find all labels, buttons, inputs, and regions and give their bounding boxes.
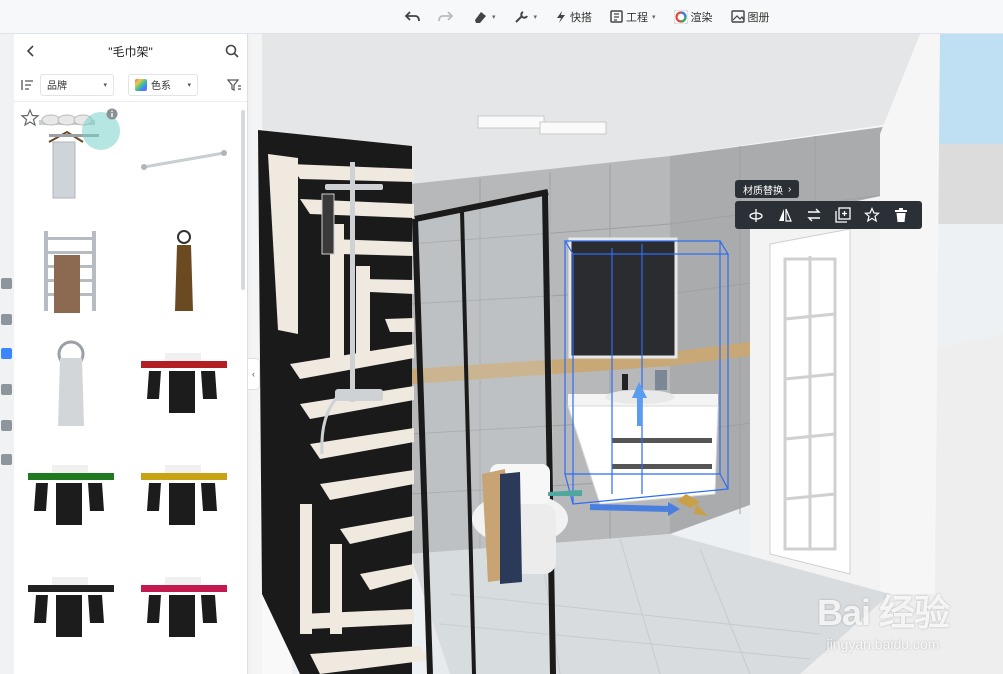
brand-select[interactable]: 品牌 ▾ — [40, 73, 114, 96]
swap-button[interactable] — [803, 204, 825, 226]
towel-rack-black-thumbnail — [27, 577, 114, 637]
album-icon — [730, 10, 745, 23]
rail-item-icon[interactable] — [1, 454, 12, 465]
add-copy-icon — [835, 207, 851, 223]
product-card[interactable] — [14, 440, 127, 552]
project-button[interactable]: 工程 ▾ — [604, 4, 662, 30]
rail-item-active-icon[interactable] — [1, 348, 12, 359]
product-card[interactable] — [127, 440, 240, 552]
brand-select-label: 品牌 — [47, 81, 67, 92]
favorite-button[interactable] — [861, 204, 883, 226]
material-replace-label: 材质替换 — [743, 185, 783, 197]
rotate-button[interactable] — [745, 204, 767, 226]
watermark-logo: Bai 经验 — [816, 592, 950, 633]
towel-hook-thumbnail — [174, 230, 193, 311]
color-swatch-icon — [135, 78, 147, 91]
eraser-icon — [475, 11, 486, 23]
product-card[interactable] — [14, 104, 127, 216]
towel-rack-magenta-thumbnail — [140, 577, 227, 637]
panel-title: "毛巾架" — [108, 44, 153, 59]
lightning-icon — [557, 10, 566, 23]
info-icon[interactable] — [106, 108, 118, 120]
towel-rack-yellow-thumbnail — [140, 465, 227, 525]
render-button[interactable]: 渲染 — [668, 4, 719, 30]
product-card[interactable] — [127, 104, 240, 216]
search-icon[interactable] — [225, 44, 239, 58]
collapse-panel-button[interactable]: ‹ — [248, 358, 260, 390]
product-card[interactable] — [127, 216, 240, 328]
product-panel: "毛巾架" 品牌 ▾ 色系 ▾ — [14, 34, 248, 674]
swap-icon — [807, 208, 821, 222]
left-rail — [0, 34, 14, 674]
watermark-url: jingyan.baidu.com — [826, 636, 940, 652]
copy-button[interactable] — [832, 204, 854, 226]
towel-rack-green-thumbnail — [27, 465, 114, 525]
top-toolbar: ▾ ▾ 快搭 工程 ▾ 渲染 图册 — [0, 0, 1003, 34]
material-replace-button[interactable]: 材质替换 › — [735, 180, 800, 198]
wrench-icon — [514, 10, 528, 23]
filter-bar: 品牌 ▾ 色系 ▾ — [14, 68, 247, 102]
album-button[interactable]: 图册 — [725, 4, 776, 30]
product-card[interactable] — [14, 216, 127, 328]
heated-towel-rail-thumbnail — [43, 231, 96, 313]
favorite-star-icon[interactable] — [20, 108, 40, 128]
baidu-watermark: Bai 经验 jingyan.baidu.com — [816, 584, 950, 652]
sort-icon[interactable] — [20, 79, 34, 91]
album-label: 图册 — [747, 11, 770, 24]
eraser-button[interactable]: ▾ — [466, 4, 502, 30]
color-select[interactable]: 色系 ▾ — [128, 73, 198, 96]
project-icon — [610, 10, 623, 23]
project-label: 工程 — [626, 11, 649, 24]
rail-item-icon[interactable] — [1, 384, 12, 395]
render-icon — [673, 9, 688, 24]
towel-rack-red-thumbnail — [140, 353, 227, 413]
tools-button[interactable]: ▾ — [508, 4, 544, 30]
color-select-label: 色系 — [151, 81, 171, 92]
product-card[interactable] — [127, 328, 240, 440]
redo-icon — [438, 10, 454, 21]
chevron-right-icon: › — [788, 183, 792, 195]
back-icon[interactable] — [26, 45, 36, 57]
rail-item-icon[interactable] — [1, 314, 12, 325]
mirror-button[interactable] — [774, 204, 796, 226]
undo-icon — [404, 10, 420, 21]
towel-ring-thumbnail — [57, 340, 84, 426]
object-toolbar — [735, 201, 922, 229]
redo-button[interactable] — [432, 4, 460, 30]
quick-build-button[interactable]: 快搭 — [549, 4, 598, 30]
chevron-left-icon: ‹ — [252, 369, 255, 379]
panel-header: "毛巾架" — [14, 34, 247, 68]
render-label: 渲染 — [690, 11, 713, 24]
rail-item-icon[interactable] — [1, 278, 12, 289]
undo-button[interactable] — [398, 4, 426, 30]
rail-item-icon[interactable] — [1, 420, 12, 431]
quick-build-label: 快搭 — [570, 11, 593, 24]
product-card[interactable] — [127, 552, 240, 664]
product-grid — [14, 104, 240, 674]
delete-button[interactable] — [890, 204, 912, 226]
star-icon — [864, 207, 881, 223]
towel-bar-thumbnail — [140, 150, 227, 170]
filter-icon[interactable] — [227, 78, 241, 91]
product-card[interactable] — [14, 552, 127, 664]
panel-scrollbar[interactable] — [241, 110, 245, 290]
product-card[interactable] — [14, 328, 127, 440]
rotate-icon — [748, 209, 763, 222]
trash-icon — [895, 208, 908, 222]
mirror-icon — [778, 208, 792, 222]
